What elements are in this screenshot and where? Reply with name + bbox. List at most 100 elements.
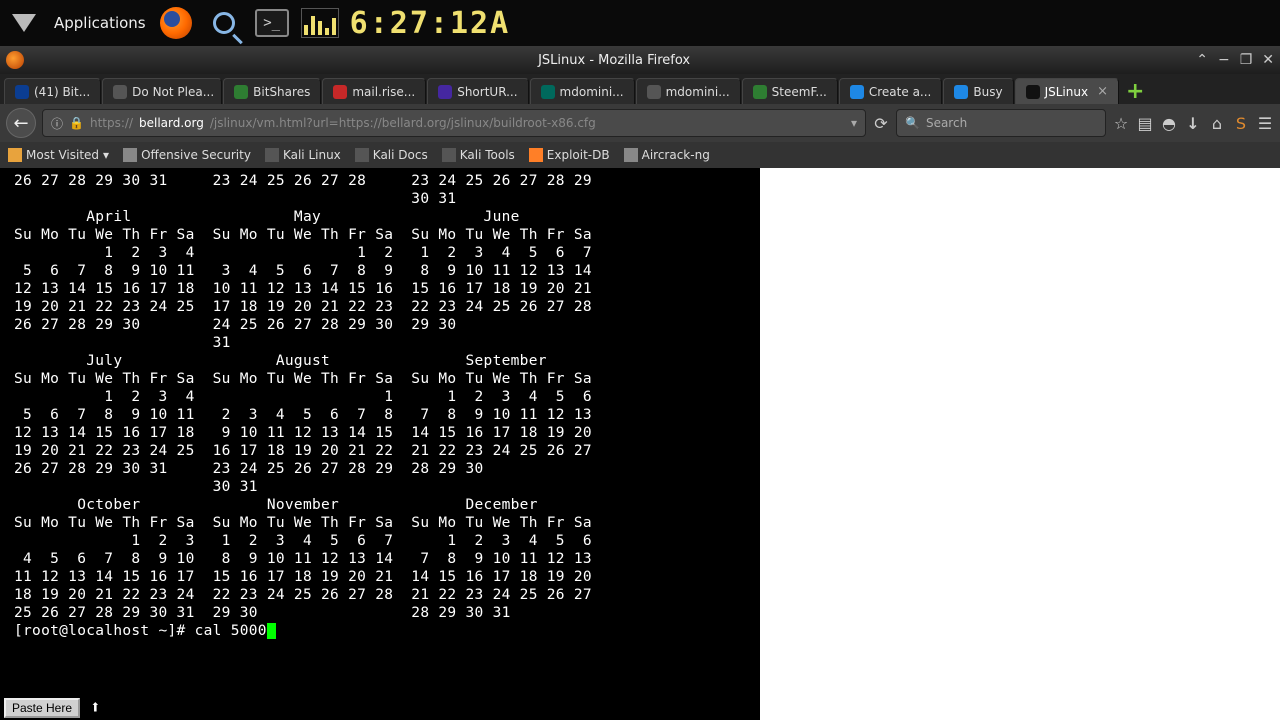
tab-strip: (41) Bit... Do Not Plea... BitShares mail.r… — [0, 74, 1280, 104]
terminal-line: October November December — [14, 496, 746, 514]
bookmark-icon — [624, 148, 638, 162]
magnifier-icon[interactable] — [206, 5, 242, 41]
bookmark-label: Exploit-DB — [547, 148, 610, 162]
bookmark-label: Kali Linux — [283, 148, 341, 162]
favicon-icon — [647, 85, 661, 99]
bookmark-item[interactable]: Exploit-DB — [529, 148, 610, 162]
terminal-line: 5 6 7 8 9 10 11 2 3 4 5 6 7 8 7 8 9 10 1… — [14, 406, 746, 424]
upload-icon[interactable]: ⬆ — [90, 701, 101, 715]
terminal-line: Su Mo Tu We Th Fr Sa Su Mo Tu We Th Fr S… — [14, 514, 746, 532]
terminal-line: 25 26 27 28 29 30 31 29 30 28 29 30 31 — [14, 604, 746, 622]
terminal-output[interactable]: 26 27 28 29 30 31 23 24 25 26 27 28 23 2… — [0, 168, 760, 720]
pocket-icon[interactable]: ◓ — [1160, 114, 1178, 132]
url-host: bellard.org — [139, 116, 204, 130]
favicon-icon — [15, 85, 29, 99]
terminal-line: April May June — [14, 208, 746, 226]
terminal-line: 30 31 — [14, 478, 746, 496]
search-bar[interactable]: 🔍 Search — [896, 109, 1106, 137]
bookmark-label: Most Visited — [26, 148, 99, 162]
close-tab-button[interactable]: × — [1097, 84, 1108, 99]
terminal-line: 12 13 14 15 16 17 18 9 10 11 12 13 14 15… — [14, 424, 746, 442]
tab[interactable]: mdomini... — [530, 78, 635, 104]
terminal-line: 19 20 21 22 23 24 25 17 18 19 20 21 22 2… — [14, 298, 746, 316]
url-bar[interactable]: ⓘ 🔒 https://bellard.org/jslinux/vm.html?… — [42, 109, 866, 137]
terminal-line: July August September — [14, 352, 746, 370]
bookmark-star-icon[interactable]: ☆ — [1112, 114, 1130, 132]
window-title: JSLinux - Mozilla Firefox — [32, 53, 1196, 68]
nav-toolbar: ← ⓘ 🔒 https://bellard.org/jslinux/vm.htm… — [0, 104, 1280, 142]
tab-label: Do Not Plea... — [132, 85, 214, 99]
reload-button[interactable]: ⟳ — [872, 114, 890, 132]
tab-label: JSLinux — [1045, 85, 1089, 99]
bookmark-item[interactable]: Aircrack-ng — [624, 148, 710, 162]
bookmark-item[interactable]: Most Visited ▾ — [8, 148, 109, 162]
terminal-line: 31 — [14, 334, 746, 352]
tab-label: SteemF... — [772, 85, 827, 99]
back-button[interactable]: ← — [6, 108, 36, 138]
tab[interactable]: BitShares — [223, 78, 321, 104]
tab[interactable]: JSLinux × — [1015, 78, 1119, 104]
bookmark-label: Aircrack-ng — [642, 148, 710, 162]
favicon-icon — [234, 85, 248, 99]
terminal-line: 18 19 20 21 22 23 24 22 23 24 25 26 27 2… — [14, 586, 746, 604]
url-path: /jslinux/vm.html?url=https://bellard.org… — [210, 116, 596, 130]
menu-triangle-icon[interactable] — [6, 5, 42, 41]
firefox-launcher-icon[interactable] — [158, 5, 194, 41]
terminal-line: 11 12 13 14 15 16 17 15 16 17 18 19 20 2… — [14, 568, 746, 586]
close-window-button[interactable]: ✕ — [1262, 52, 1274, 68]
minimize-button[interactable]: − — [1218, 52, 1230, 68]
window-titlebar: JSLinux - Mozilla Firefox ⌃ − ❐ ✕ — [0, 46, 1280, 74]
tab[interactable]: ShortUR... — [427, 78, 528, 104]
reader-icon[interactable]: ▤ — [1136, 114, 1154, 132]
menu-hamburger-icon[interactable]: ☰ — [1256, 114, 1274, 132]
new-tab-button[interactable]: + — [1120, 79, 1150, 104]
tab-label: mdomini... — [666, 85, 730, 99]
terminal-line: 4 5 6 7 8 9 10 8 9 10 11 12 13 14 7 8 9 … — [14, 550, 746, 568]
tab[interactable]: Create a... — [839, 78, 942, 104]
equalizer-icon[interactable] — [302, 5, 338, 41]
bookmark-icon — [123, 148, 137, 162]
downloads-icon[interactable]: ↓ — [1184, 114, 1202, 132]
terminal-line: 1 2 3 4 1 1 2 3 4 5 6 — [14, 388, 746, 406]
noscript-icon[interactable]: S — [1232, 114, 1250, 132]
bookmark-item[interactable]: Offensive Security — [123, 148, 251, 162]
tab[interactable]: SteemF... — [742, 78, 838, 104]
bookmark-item[interactable]: Kali Docs — [355, 148, 428, 162]
favicon-icon — [753, 85, 767, 99]
tab-label: mdomini... — [560, 85, 624, 99]
search-icon: 🔍 — [905, 116, 920, 130]
bookmarks-bar: Most Visited ▾ Offensive Security Kali Linu… — [0, 142, 1280, 168]
applications-label[interactable]: Applications — [54, 14, 146, 32]
paste-button[interactable]: Paste Here — [4, 698, 80, 718]
tab-label: (41) Bit... — [34, 85, 90, 99]
terminal-line: 30 31 — [14, 190, 746, 208]
tab-label: mail.rise... — [352, 85, 415, 99]
terminal-line: 26 27 28 29 30 31 23 24 25 26 27 28 23 2… — [14, 172, 746, 190]
keep-above-icon[interactable]: ⌃ — [1196, 52, 1208, 68]
favicon-icon — [438, 85, 452, 99]
system-taskbar: Applications >_ 6:27:12A — [0, 0, 1280, 46]
bookmark-item[interactable]: Kali Tools — [442, 148, 515, 162]
favicon-icon — [113, 85, 127, 99]
terminal-line: 19 20 21 22 23 24 25 16 17 18 19 20 21 2… — [14, 442, 746, 460]
identity-info-icon[interactable]: ⓘ — [51, 115, 63, 132]
tab[interactable]: mail.rise... — [322, 78, 426, 104]
bookmark-icon — [442, 148, 456, 162]
terminal-line: 12 13 14 15 16 17 18 10 11 12 13 14 15 1… — [14, 280, 746, 298]
chevron-down-icon: ▾ — [103, 148, 109, 162]
tab[interactable]: Do Not Plea... — [102, 78, 222, 104]
dropdown-icon[interactable]: ▾ — [851, 116, 857, 130]
tab[interactable]: Busy — [943, 78, 1013, 104]
home-icon[interactable]: ⌂ — [1208, 114, 1226, 132]
bookmark-item[interactable]: Kali Linux — [265, 148, 341, 162]
tab[interactable]: (41) Bit... — [4, 78, 101, 104]
page-whitespace — [760, 168, 1280, 720]
maximize-button[interactable]: ❐ — [1240, 52, 1253, 68]
terminal-launcher-icon[interactable]: >_ — [254, 5, 290, 41]
bookmark-icon — [355, 148, 369, 162]
tab[interactable]: mdomini... — [636, 78, 741, 104]
favicon-icon — [1026, 85, 1040, 99]
firefox-icon — [6, 51, 24, 69]
tab-label: Create a... — [869, 85, 931, 99]
bookmark-label: Kali Docs — [373, 148, 428, 162]
